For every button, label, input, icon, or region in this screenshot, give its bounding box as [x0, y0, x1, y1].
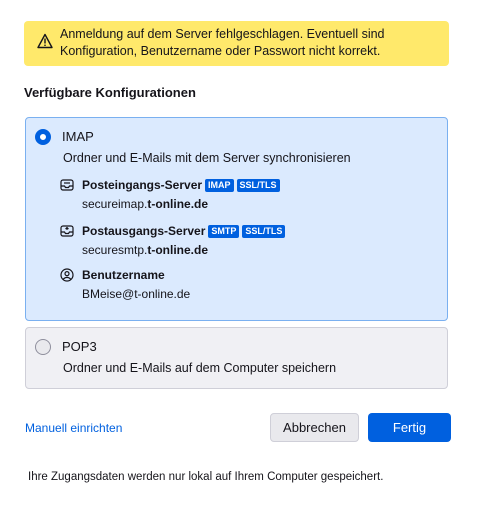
imap-description: Ordner und E-Mails mit dem Server synchr… — [63, 151, 351, 165]
warning-text: Anmeldung auf dem Server fehlgeschlagen.… — [60, 26, 385, 60]
username-value: BMeise@t-online.de — [82, 287, 191, 301]
smtp-badge: SMTP — [208, 225, 240, 238]
done-button[interactable]: Fertig — [368, 413, 451, 442]
ssl-tls-badge: SSL/TLS — [236, 179, 280, 192]
imap-title: IMAP — [62, 129, 94, 144]
ssl-tls-badge: SSL/TLS — [242, 225, 286, 238]
inbox-server-icon — [60, 179, 74, 191]
pop3-description: Ordner und E-Mails auf dem Computer spei… — [63, 361, 337, 375]
imap-radio[interactable] — [35, 129, 51, 145]
incoming-server-host: secureimap.t-online.de — [82, 197, 209, 211]
config-option-pop3[interactable]: POP3 Ordner und E-Mails auf dem Computer… — [25, 327, 448, 389]
outbox-server-icon — [60, 225, 74, 237]
login-error-banner: Anmeldung auf dem Server fehlgeschlagen.… — [24, 21, 449, 66]
user-icon — [60, 268, 74, 282]
pop3-title: POP3 — [62, 339, 97, 354]
outgoing-server-label: Postausgangs-Server SMTP SSL/TLS — [82, 224, 286, 238]
manual-setup-link[interactable]: Manuell einrichten — [25, 421, 122, 435]
incoming-server-label: Posteingangs-Server IMAP SSL/TLS — [82, 178, 280, 192]
warning-icon — [37, 33, 53, 49]
credentials-note: Ihre Zugangsdaten werden nur lokal auf I… — [28, 471, 384, 483]
section-title: Verfügbare Konfigurationen — [24, 85, 196, 100]
imap-badge: IMAP — [205, 179, 234, 192]
warning-line-1: Anmeldung auf dem Server fehlgeschlagen.… — [60, 27, 385, 41]
outgoing-server-host: securesmtp.t-online.de — [82, 243, 209, 257]
config-option-imap[interactable]: IMAP Ordner und E-Mails mit dem Server s… — [25, 117, 448, 321]
pop3-radio[interactable] — [35, 339, 51, 355]
cancel-button[interactable]: Abbrechen — [270, 413, 359, 442]
warning-line-2: Konfiguration, Benutzername oder Passwor… — [60, 44, 381, 58]
username-label: Benutzername — [82, 268, 165, 282]
